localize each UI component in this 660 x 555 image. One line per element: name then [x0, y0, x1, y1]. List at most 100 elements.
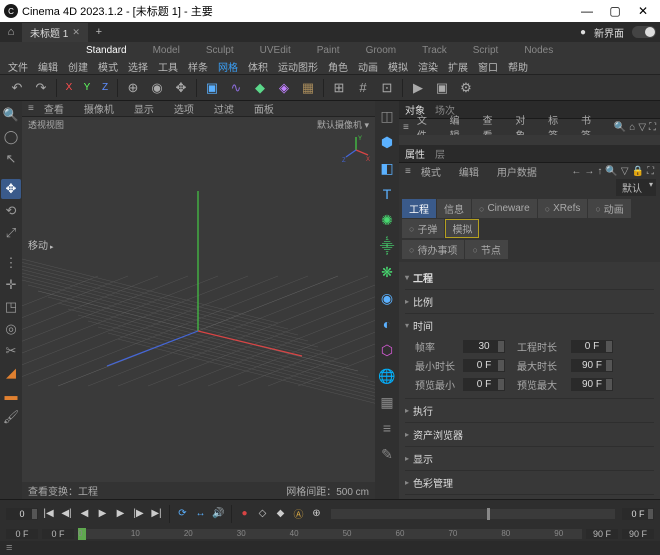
mode-paint[interactable]: Paint	[317, 45, 340, 56]
text-icon[interactable]: T	[376, 183, 398, 205]
sect-exec[interactable]: 执行	[405, 401, 654, 420]
menu-item[interactable]: 样条	[188, 59, 208, 74]
render-pv-icon[interactable]: ▣	[431, 77, 453, 99]
field-帧率[interactable]: 30	[463, 340, 505, 353]
timeline-icon[interactable]: ≡	[376, 417, 398, 439]
light-icon[interactable]: ◐	[376, 313, 398, 335]
undo-button[interactable]: ↶	[6, 77, 28, 99]
timeline-scrub[interactable]	[331, 509, 615, 519]
field-icon[interactable]: ▦	[297, 77, 319, 99]
coord-world-icon[interactable]: ⊕	[122, 77, 144, 99]
attr-tab-动画[interactable]: ○动画	[588, 199, 630, 218]
tab-close-icon[interactable]: ✕	[72, 27, 80, 38]
loop-tool-icon[interactable]: ◎	[1, 319, 21, 339]
prev-key-icon[interactable]: ◀|	[59, 506, 74, 521]
attr-tab-子弹[interactable]: ○子弹	[402, 219, 444, 238]
vp-menu-item[interactable]: 过滤	[214, 101, 234, 116]
snap-icon[interactable]: #	[352, 77, 374, 99]
workplane-icon[interactable]: ⊡	[376, 77, 398, 99]
vp-menu-item[interactable]: 选项	[174, 101, 194, 116]
render-view-icon[interactable]: ▶	[407, 77, 429, 99]
am-expand-icon[interactable]: ⛶	[647, 166, 654, 177]
field-最小时长[interactable]: 0 F	[463, 359, 505, 372]
camera-name[interactable]: 默认摄像机 ▾	[317, 118, 369, 131]
command-icon[interactable]: ✎	[376, 443, 398, 465]
mode-model[interactable]: Model	[153, 45, 180, 56]
sect-scale[interactable]: 比例	[405, 292, 654, 311]
attr-tab-信息[interactable]: 信息	[437, 199, 471, 218]
layout-name[interactable]: 新界面	[594, 25, 624, 40]
am-filter-icon[interactable]: ▽	[621, 166, 629, 177]
vp-menu-three-lines[interactable]: ≡	[28, 103, 34, 114]
cube-icon[interactable]: ◧	[376, 157, 398, 179]
field-预览最大[interactable]: 90 F	[571, 378, 613, 391]
render-settings-icon[interactable]: ⚙	[455, 77, 477, 99]
all-icon[interactable]: ◫	[376, 105, 398, 127]
close-button[interactable]: ✕	[636, 4, 650, 18]
sect-assets[interactable]: 资产浏览器	[405, 425, 654, 444]
menu-item[interactable]: 文件	[8, 59, 28, 74]
spline-icon[interactable]: ∿	[225, 77, 247, 99]
scale-tool-icon[interactable]: ⤢	[1, 223, 21, 243]
record-key-icon[interactable]: ●	[237, 506, 252, 521]
menu-item[interactable]: 渲染	[418, 59, 438, 74]
menu-item[interactable]: 网格	[218, 59, 238, 74]
key-select-icon[interactable]: ◆	[273, 506, 288, 521]
mode-script[interactable]: Script	[473, 45, 499, 56]
move-tool-icon[interactable]: ✥	[1, 179, 21, 199]
field-预览最小[interactable]: 0 F	[463, 378, 505, 391]
am-menu-item[interactable]: 用户数据	[497, 164, 537, 179]
autokey-icon[interactable]: ◇	[255, 506, 270, 521]
field-最大时长[interactable]: 90 F	[571, 359, 613, 372]
sect-color[interactable]: 色彩管理	[405, 473, 654, 492]
om-search-icon[interactable]: 🔍	[614, 122, 626, 133]
cursor-icon[interactable]: ↖	[1, 149, 21, 169]
menu-item[interactable]: 模拟	[388, 59, 408, 74]
brush-tool-icon[interactable]: 🖌	[1, 407, 21, 427]
search-icon[interactable]: 🔍	[1, 105, 21, 125]
menu-item[interactable]: 工具	[158, 59, 178, 74]
axis-x-toggle[interactable]: X	[61, 77, 77, 99]
menu-item[interactable]: 选择	[128, 59, 148, 74]
redo-button[interactable]: ↷	[30, 77, 52, 99]
om-home-icon[interactable]: ⌂	[629, 122, 635, 133]
layout-toggle[interactable]	[632, 26, 656, 38]
attr-tab-模拟[interactable]: 模拟	[445, 219, 479, 238]
cube-primitive-icon[interactable]: ▣	[201, 77, 223, 99]
live-select-icon[interactable]: ◯	[1, 127, 21, 147]
minimize-button[interactable]: —	[580, 4, 594, 18]
loop-icon[interactable]: ⟳	[175, 506, 190, 521]
tab-layers[interactable]: 层	[435, 146, 445, 161]
attr-tab-工程[interactable]: 工程	[402, 199, 436, 218]
axis-lock-icon[interactable]: ✛	[1, 275, 21, 295]
vp-menu-item[interactable]: 显示	[134, 101, 154, 116]
object-manager-body[interactable]	[399, 135, 660, 145]
menu-item[interactable]: 窗口	[478, 59, 498, 74]
mode-standard[interactable]: Standard	[86, 45, 127, 56]
attr-tab-Cineware[interactable]: ○Cineware	[472, 199, 537, 218]
frame-track[interactable]: 0102030405060708090	[78, 529, 582, 539]
nav-back-icon[interactable]: ←	[571, 166, 581, 177]
mode-uvedit[interactable]: UVEdit	[260, 45, 291, 56]
axis-z-toggle[interactable]: Z	[97, 77, 113, 99]
camera-icon[interactable]: ◉	[376, 287, 398, 309]
menu-item[interactable]: 角色	[328, 59, 348, 74]
om-filter-icon[interactable]: ▽	[638, 122, 646, 133]
tab-attributes[interactable]: 属性	[405, 146, 425, 161]
menu-item[interactable]: 运动图形	[278, 59, 318, 74]
goto-end-icon[interactable]: ▶|	[149, 506, 164, 521]
attr-tab-节点[interactable]: ○节点	[465, 240, 507, 259]
deformer-icon[interactable]: ◈	[273, 77, 295, 99]
add-tab-button[interactable]: +	[92, 25, 106, 39]
vp-menu-item[interactable]: 查看	[44, 101, 64, 116]
extrude-tool-icon[interactable]: ▬	[1, 385, 21, 405]
range-end-field[interactable]: 0 F	[622, 508, 654, 520]
home-icon[interactable]: ⌂	[4, 25, 18, 39]
key-pos-icon[interactable]: ⊕	[309, 506, 324, 521]
am-lock-icon[interactable]: 🔒	[632, 166, 644, 177]
am-menu-item[interactable]: 模式	[421, 164, 441, 179]
document-tab[interactable]: 未标题 1✕	[22, 23, 88, 42]
om-menu-three-lines[interactable]: ≡	[403, 122, 409, 133]
attr-tab-XRefs[interactable]: ○XRefs	[538, 199, 588, 218]
grid-snap-icon[interactable]: ⊞	[328, 77, 350, 99]
